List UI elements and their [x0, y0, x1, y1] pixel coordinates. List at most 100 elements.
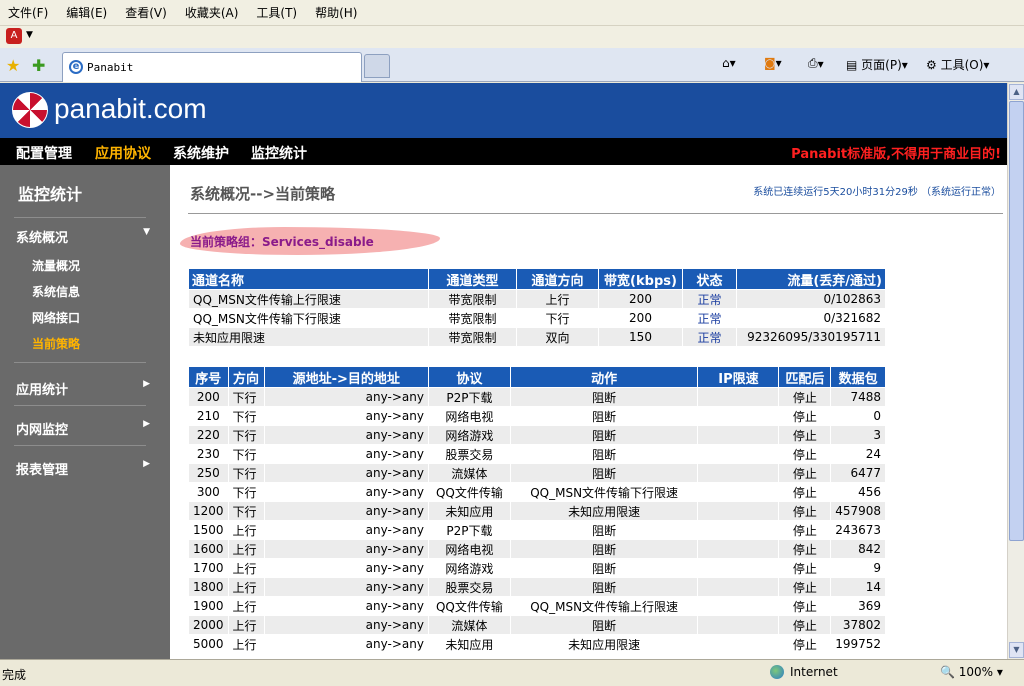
tab-row: ★ ✚ e Panabit ⌂ ▾ ◙ ▾ ⎙ ▾ ▤ 页面(P) ▾ ⚙ 工具… — [0, 48, 1024, 82]
rule-ip-limit — [697, 596, 780, 616]
rule-action: 阻断 — [509, 615, 699, 635]
channel-bandwidth: 200 — [598, 289, 683, 309]
table-row: QQ_MSN文件传输下行限速 带宽限制 下行 200 正常 0/321682 — [188, 308, 886, 328]
rule-packets: 199752 — [830, 634, 886, 654]
scroll-up-icon[interactable]: ▲ — [1009, 84, 1024, 100]
rule-ip-limit — [697, 387, 780, 407]
sidebar-item-traffic[interactable]: 流量概况 — [32, 257, 80, 274]
table-row: 220 下行 any->any 网络游戏 阻断 停止 3 — [188, 425, 886, 445]
rule-action: 阻断 — [509, 387, 699, 407]
rule-after-match: 停止 — [778, 406, 832, 426]
rule-packets: 456 — [830, 482, 886, 502]
col-header: 源地址->目的地址 — [263, 366, 429, 388]
channel-traffic: 0/321682 — [736, 308, 886, 328]
security-zone: Internet — [770, 665, 838, 679]
rule-packets: 3 — [830, 425, 886, 445]
uptime-status: 系统已连续运行5天20小时31分29秒 （系统运行正常） — [753, 187, 1001, 198]
gear-icon: ⚙ — [926, 57, 937, 72]
browser-menu-bar: 文件(F) 编辑(E) 查看(V) 收藏夹(A) 工具(T) 帮助(H) — [0, 0, 1024, 26]
rule-id: 2000 — [188, 615, 229, 635]
chevron-right-icon: ▶ — [143, 459, 150, 469]
nav-maintenance[interactable]: 系统维护 — [173, 143, 229, 163]
rule-action: 阻断 — [509, 577, 699, 597]
channel-table-body: QQ_MSN文件传输上行限速 带宽限制 上行 200 正常 0/102863 QQ_MSN文… — [188, 289, 886, 347]
rule-address: any->any — [263, 615, 429, 635]
rule-after-match: 停止 — [778, 520, 832, 540]
zoom-level[interactable]: 🔍 100% ▾ — [940, 665, 1003, 679]
sidebar-item-sysinfo[interactable]: 系统信息 — [32, 283, 80, 300]
rule-direction: 下行 — [227, 406, 265, 426]
rule-after-match: 停止 — [778, 444, 832, 464]
table-row: 1800 上行 any->any 股票交易 阻断 停止 14 — [188, 577, 886, 597]
menu-file[interactable]: 文件(F) — [8, 4, 48, 21]
channel-direction: 双向 — [516, 327, 599, 347]
rule-address: any->any — [263, 558, 429, 578]
rule-id: 1500 — [188, 520, 229, 540]
policy-group-label: 当前策略组：Services_disable — [190, 235, 374, 249]
col-header: IP限速 — [697, 366, 780, 388]
rule-after-match: 停止 — [778, 387, 832, 407]
channel-name: QQ_MSN文件传输下行限速 — [188, 308, 429, 328]
rule-direction: 下行 — [227, 387, 265, 407]
channel-type: 带宽限制 — [428, 289, 517, 309]
sidebar-group-lan-monitor[interactable]: 内网监控 ▶ — [16, 419, 150, 438]
rule-protocol: 流媒体 — [427, 615, 511, 635]
chevron-down-icon: ▼ — [143, 227, 150, 237]
table-row: 210 下行 any->any 网络电视 阻断 停止 0 — [188, 406, 886, 426]
rule-after-match: 停止 — [778, 596, 832, 616]
channel-status: 正常 — [682, 308, 737, 328]
rule-ip-limit — [697, 539, 780, 559]
scroll-thumb[interactable] — [1009, 101, 1024, 541]
chevron-right-icon: ▶ — [143, 419, 150, 429]
menu-favorites[interactable]: 收藏夹(A) — [185, 4, 239, 21]
main-content: 系统概况-->当前策略 系统已连续运行5天20小时31分29秒 （系统运行正常）… — [170, 165, 1007, 659]
sidebar-item-interfaces[interactable]: 网络接口 — [32, 309, 80, 326]
col-header: 通道类型 — [428, 268, 517, 290]
rule-after-match: 停止 — [778, 482, 832, 502]
tools-menu-button[interactable]: ⚙ 工具(O) ▾ — [926, 56, 989, 73]
rule-after-match: 停止 — [778, 501, 832, 521]
chevron-down-icon[interactable]: ▼ — [26, 30, 33, 40]
scroll-down-icon[interactable]: ▼ — [1009, 642, 1024, 658]
rule-ip-limit — [697, 615, 780, 635]
new-tab-button[interactable] — [364, 54, 390, 78]
menu-help[interactable]: 帮助(H) — [315, 4, 357, 21]
menu-view[interactable]: 查看(V) — [125, 4, 167, 21]
col-header: 方向 — [227, 366, 265, 388]
sidebar-group-overview[interactable]: 系统概况 ▼ — [16, 227, 150, 246]
menu-edit[interactable]: 编辑(E) — [66, 4, 107, 21]
rule-protocol: 网络电视 — [427, 406, 511, 426]
home-button[interactable]: ⌂ ▾ — [722, 56, 736, 70]
sidebar-group-app-stats[interactable]: 应用统计 ▶ — [16, 379, 150, 398]
pdf-icon[interactable]: A — [6, 28, 22, 44]
rule-action: 阻断 — [509, 444, 699, 464]
sidebar-item-current-policy[interactable]: 当前策略 — [32, 335, 80, 352]
panabit-logo-icon — [12, 92, 48, 128]
page-menu-button[interactable]: ▤ 页面(P) ▾ — [846, 56, 908, 73]
zone-label: Internet — [790, 665, 838, 679]
menu-tools[interactable]: 工具(T) — [256, 4, 297, 21]
sidebar-group-reports[interactable]: 报表管理 ▶ — [16, 459, 150, 478]
rule-id: 1200 — [188, 501, 229, 521]
nav-config[interactable]: 配置管理 — [16, 143, 72, 163]
col-header: 通道名称 — [188, 268, 429, 290]
browser-tab[interactable]: e Panabit — [62, 52, 362, 82]
favorites-star-icon[interactable]: ★ — [6, 56, 20, 75]
rule-protocol: 股票交易 — [427, 577, 511, 597]
col-header: 数据包 — [830, 366, 886, 388]
vertical-scrollbar[interactable]: ▲ ▼ — [1007, 83, 1024, 659]
rule-after-match: 停止 — [778, 425, 832, 445]
rule-action: 阻断 — [509, 463, 699, 483]
rule-address: any->any — [263, 387, 429, 407]
add-favorite-icon[interactable]: ✚ — [32, 56, 45, 75]
channel-traffic: 0/102863 — [736, 289, 886, 309]
rule-after-match: 停止 — [778, 463, 832, 483]
rule-protocol: 未知应用 — [427, 501, 511, 521]
table-row: 未知应用限速 带宽限制 双向 150 正常 92326095/330195711 — [188, 327, 886, 347]
print-button[interactable]: ⎙ ▾ — [808, 56, 824, 71]
feeds-button[interactable]: ◙ ▾ — [764, 56, 782, 70]
rule-protocol: QQ文件传输 — [427, 482, 511, 502]
nav-protocols[interactable]: 应用协议 — [95, 143, 151, 163]
rule-id: 1600 — [188, 539, 229, 559]
nav-monitor[interactable]: 监控统计 — [251, 143, 307, 163]
